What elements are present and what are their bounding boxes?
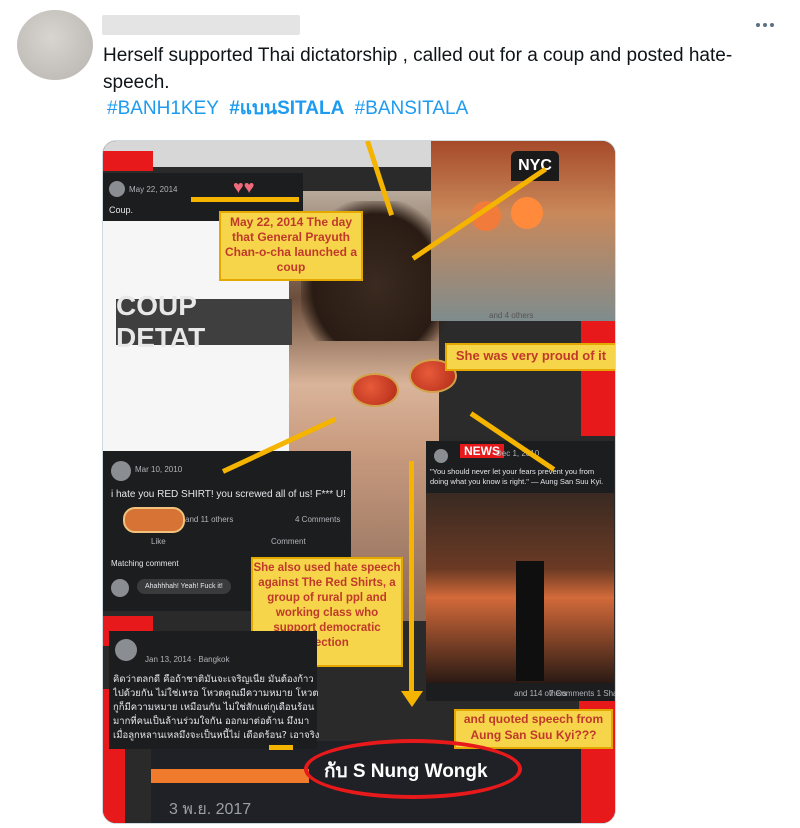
fb-post-news: NEWS Dec 1, 2010 "You should never let y… xyxy=(426,441,614,701)
avatar xyxy=(109,181,125,197)
like-button: Like xyxy=(151,537,166,546)
red-block xyxy=(103,151,153,171)
hashtags: #BANH1KEY #แบนSITALA #BANSITALA xyxy=(107,95,473,122)
coup-label: COUP DETAT xyxy=(116,290,292,353)
heart-icon: ♥♥ xyxy=(233,177,255,197)
arrow-head-icon xyxy=(401,691,423,707)
post-date: May 22, 2014 xyxy=(129,185,178,194)
face-sticker xyxy=(511,197,543,229)
tweet-media-image[interactable]: May 22, 2014 Coup. ♥♥ May 22, 2014 The d… xyxy=(102,140,616,824)
more-horizontal-icon[interactable] xyxy=(752,12,778,38)
comment-count: 7 Comments xyxy=(549,689,595,698)
post-text: คิดว่าตลกดี คือถ้าชาติมันจะเจริญเนี่ย มั… xyxy=(113,674,320,741)
annotation-note: and quoted speech from Aung San Suu Kyi?… xyxy=(454,709,613,749)
avatar xyxy=(115,639,137,661)
post-date: Mar 10, 2010 xyxy=(135,465,183,474)
arrow-icon xyxy=(191,197,299,202)
post-date: 3 พ.ย. 2017 xyxy=(169,801,252,818)
matching-comment-label: Matching comment xyxy=(111,559,179,568)
avatar xyxy=(434,449,448,463)
avatar[interactable] xyxy=(17,10,93,80)
sunglass-lens xyxy=(351,373,399,407)
post-date: Jan 13, 2014 · Bangkok xyxy=(145,655,230,664)
share-count: 1 Share xyxy=(596,689,615,698)
tweet-text: Herself supported Thai dictatorship , ca… xyxy=(103,45,733,93)
comment-count: 4 Comments xyxy=(295,515,341,524)
comment-button: Comment xyxy=(271,537,306,546)
post-text: Coup. xyxy=(109,205,134,215)
person-silhouette xyxy=(516,561,544,681)
red-block xyxy=(579,321,615,436)
hotdog-sticker xyxy=(123,507,185,533)
annotation-note: She was very proud of it xyxy=(445,343,615,371)
collage: May 22, 2014 Coup. ♥♥ May 22, 2014 The d… xyxy=(103,141,615,823)
hashtag-link[interactable]: #BANH1KEY xyxy=(107,98,219,119)
username-redacted[interactable] xyxy=(102,15,300,35)
post-text: i hate you RED SHIRT! you screwed all of… xyxy=(111,489,346,500)
annotation-note: May 22, 2014 The day that General Prayut… xyxy=(219,211,363,281)
tag-caption: กับ S Nung Wongk xyxy=(324,761,488,782)
avatar xyxy=(111,579,129,597)
hashtag-link[interactable]: #BANSITALA xyxy=(355,98,469,119)
avatar xyxy=(111,461,131,481)
redaction-bar xyxy=(151,769,309,783)
reaction-count: and 11 others xyxy=(185,515,234,524)
reaction-count: and 4 others xyxy=(489,311,534,320)
arrow-icon xyxy=(269,745,293,750)
hashtag-link[interactable]: #แบนSITALA xyxy=(229,98,344,119)
post-text: "You should never let your fears prevent… xyxy=(430,467,604,486)
share-count-row: 7 Comments 1 Share xyxy=(549,689,615,698)
reply-bubble: Ahahhhah! Yeah! Fuck it! xyxy=(137,579,231,594)
arrow-icon xyxy=(409,461,414,697)
